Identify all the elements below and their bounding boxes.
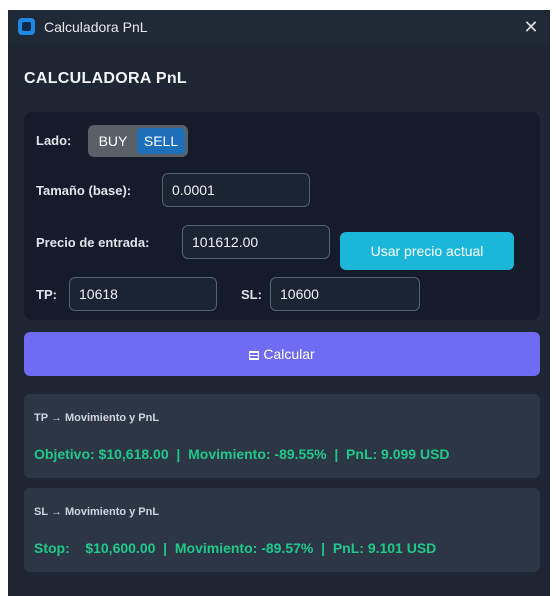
calculator-window: Calculadora PnL ✕ CALCULADORA PnL Lado: … [8,10,550,596]
tp-result-title: TP → Movimiento y PnL [34,412,160,424]
sl-input[interactable]: 10600 [270,277,420,311]
size-input[interactable]: 0.0001 [162,173,310,207]
sl-label: SL: [241,287,262,302]
sl-result-line: Stop: $10,600.00 | Movimiento: -89.57% |… [34,540,437,556]
tp-result-line: Objetivo: $10,618.00 | Movimiento: -89.5… [34,446,450,462]
calculate-button-label: Calcular [263,346,315,362]
entry-price-input[interactable]: 101612.00 [182,225,330,259]
sl-result-title: SL → Movimiento y PnL [34,506,160,518]
size-label: Tamaño (base): [36,183,132,198]
entry-price-label: Precio de entrada: [36,235,150,250]
close-button[interactable]: ✕ [518,14,544,40]
page-title: CALCULADORA PnL [24,70,187,87]
sl-result-card: SL → Movimiento y PnL Stop: $10,600.00 |… [24,488,540,572]
window-title: Calculadora PnL [44,19,148,35]
sell-button[interactable]: SELL [137,128,185,154]
use-current-price-button[interactable]: Usar precio actual [340,232,514,270]
tp-result-card: TP → Movimiento y PnL Objetivo: $10,618.… [24,394,540,478]
tp-input[interactable]: 10618 [69,277,217,311]
input-panel: Lado: BUY SELL Tamaño (base): 0.0001 Pre… [24,112,540,320]
title-bar: Calculadora PnL ✕ [8,10,550,44]
app-icon [18,18,35,35]
calculate-button[interactable]: Calcular [24,332,540,376]
side-toggle: BUY SELL [88,125,188,157]
calculator-icon [249,351,260,360]
side-label: Lado: [36,133,72,148]
tp-label: TP: [36,287,57,302]
buy-button[interactable]: BUY [91,128,135,154]
